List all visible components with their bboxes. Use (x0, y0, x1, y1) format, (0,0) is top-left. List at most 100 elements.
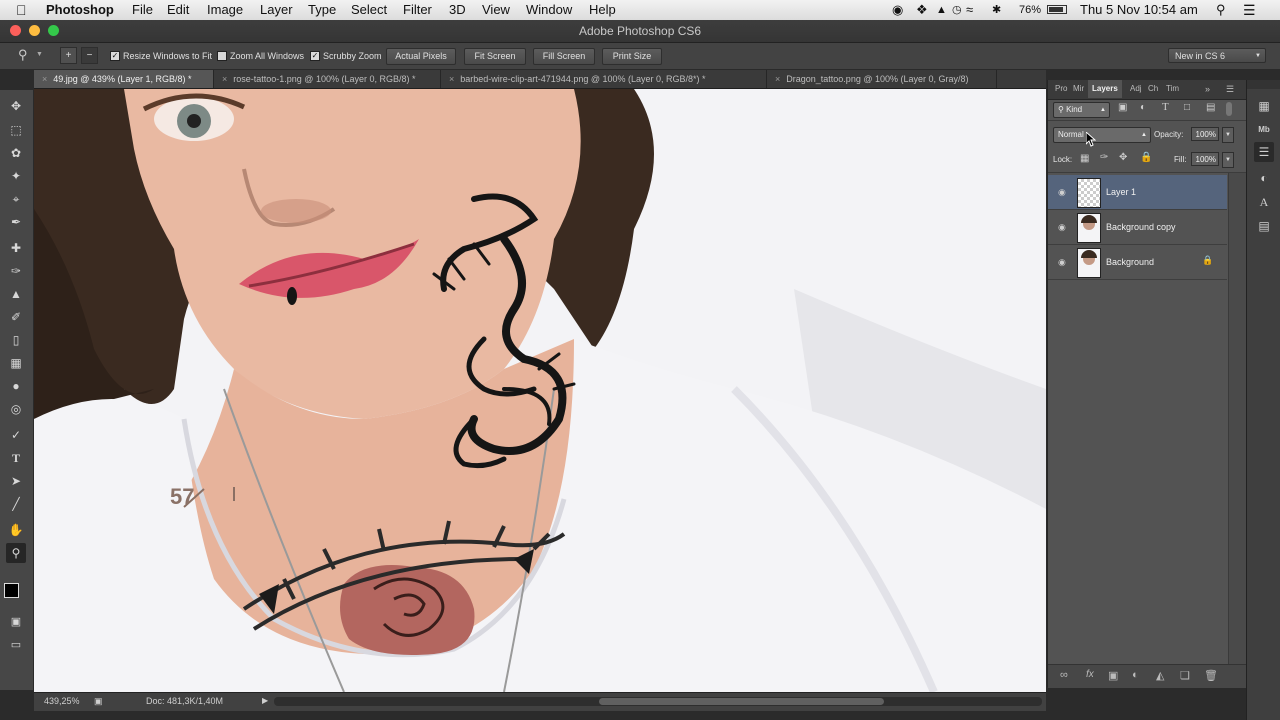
horizontal-scroll-thumb[interactable] (599, 698, 884, 705)
pen-tool-icon[interactable]: ✓ (6, 425, 26, 445)
move-tool-icon[interactable]: ✥ (6, 96, 26, 116)
scrubby-zoom-checkbox[interactable]: ✓ (310, 51, 320, 61)
record-status-icon[interactable]: ◉ (892, 0, 903, 20)
layer-name[interactable]: Background copy (1106, 222, 1176, 232)
opacity-input[interactable]: 100% (1191, 127, 1219, 141)
crop-tool-icon[interactable]: ⌖ (6, 189, 26, 209)
layers-scrollbar[interactable] (1228, 173, 1247, 664)
adjustments-panel-icon[interactable]: ◐ (1254, 168, 1274, 188)
horizontal-scrollbar[interactable] (274, 697, 1042, 706)
filter-smart-object-icon[interactable]: ▤ (1206, 102, 1215, 113)
opacity-slider-toggle[interactable]: ▼ (1222, 127, 1234, 143)
fill-slider-toggle[interactable]: ▼ (1222, 152, 1234, 168)
dodge-tool-icon[interactable]: ◎ (6, 399, 26, 419)
tab-channels[interactable]: Ch (1148, 80, 1158, 98)
zoom-all-windows-checkbox[interactable] (217, 51, 227, 61)
lock-position-icon[interactable]: ✥ (1119, 152, 1127, 163)
datetime[interactable]: Thu 5 Nov 10:54 am (1080, 0, 1198, 20)
layer-row-layer-1[interactable]: ◉ Layer 1 (1048, 175, 1227, 210)
document-canvas[interactable]: 57 (34, 89, 1046, 692)
clone-stamp-tool-icon[interactable]: ▲ (6, 284, 26, 304)
dropbox-icon[interactable]: ❖ (916, 0, 928, 20)
menu-filter[interactable]: Filter (403, 0, 432, 20)
apple-menu-icon[interactable]:  (16, 0, 27, 20)
tab-49-jpg[interactable]: × 49.jpg @ 439% (Layer 1, RGB/8) * (34, 70, 214, 88)
zoom-tool-preset-icon[interactable]: ⚲ (18, 47, 28, 63)
filter-toggle[interactable] (1226, 102, 1232, 116)
adjustment-layer-icon[interactable]: ◐ (1132, 669, 1139, 681)
status-menu-arrow-icon[interactable]: ▶ (262, 696, 268, 705)
lasso-tool-icon[interactable]: ✿ (6, 143, 26, 163)
character-panel-icon[interactable]: A (1254, 192, 1274, 212)
lock-image-icon[interactable]: ✑ (1100, 152, 1108, 163)
history-brush-tool-icon[interactable]: ✐ (6, 307, 26, 327)
workspace-dropdown[interactable]: New in CS 6 ▼ (1168, 48, 1266, 63)
actual-pixels-button[interactable]: Actual Pixels (386, 48, 456, 65)
new-layer-icon[interactable]: ❏ (1180, 669, 1190, 682)
adobe-icon[interactable]: ▲ (936, 0, 947, 20)
spotlight-icon[interactable]: ⚲ (1216, 0, 1226, 20)
close-tab-icon[interactable]: × (775, 74, 780, 84)
visibility-eye-icon[interactable]: ◉ (1058, 222, 1066, 233)
tab-timeline[interactable]: Tim (1166, 80, 1179, 98)
blur-tool-icon[interactable]: ● (6, 376, 26, 396)
menu-edit[interactable]: Edit (167, 0, 189, 20)
visibility-eye-icon[interactable]: ◉ (1058, 257, 1066, 268)
path-selection-tool-icon[interactable]: ➤ (6, 471, 26, 491)
tab-adjustments[interactable]: Adj (1130, 80, 1142, 98)
eyedropper-tool-icon[interactable]: ✒ (6, 212, 26, 232)
tab-dragon-tattoo[interactable]: × Dragon_tattoo.png @ 100% (Layer 0, Gray… (767, 70, 997, 88)
close-tab-icon[interactable]: × (449, 74, 454, 84)
resize-windows-checkbox[interactable]: ✓ (110, 51, 120, 61)
filter-type-icon[interactable]: T (1162, 101, 1169, 113)
tab-rose-tattoo[interactable]: × rose-tattoo-1.png @ 100% (Layer 0, RGB/… (214, 70, 441, 88)
menu-image[interactable]: Image (207, 0, 243, 20)
zoom-tool-icon[interactable]: ⚲ (6, 543, 26, 563)
zoom-out-icon[interactable]: − (81, 47, 98, 64)
filter-adjustment-icon[interactable]: ◐ (1140, 102, 1146, 113)
paragraph-panel-icon[interactable]: ▤ (1254, 216, 1274, 236)
tab-properties[interactable]: Pro (1055, 80, 1067, 98)
layers-panel-icon[interactable]: ☰ (1254, 142, 1274, 162)
menu-help[interactable]: Help (589, 0, 616, 20)
healing-brush-tool-icon[interactable]: ✚ (6, 238, 26, 258)
close-tab-icon[interactable]: × (222, 74, 227, 84)
notification-center-icon[interactable]: ☰ (1243, 0, 1256, 20)
history-panel-icon[interactable]: ▦ (1254, 96, 1274, 116)
screen-mode-icon[interactable]: ▭ (6, 635, 26, 655)
zoom-level[interactable]: 439,25% (44, 696, 80, 706)
type-tool-icon[interactable]: T (6, 448, 26, 468)
wifi-icon[interactable]: ≈ (966, 0, 973, 20)
line-tool-icon[interactable]: ╱ (6, 494, 26, 514)
hand-tool-icon[interactable]: ✋ (6, 520, 26, 540)
layer-style-icon[interactable]: fx (1086, 669, 1094, 680)
filter-pixel-icon[interactable]: ▣ (1118, 102, 1127, 113)
new-group-icon[interactable]: ◭ (1156, 669, 1164, 682)
menu-layer[interactable]: Layer (260, 0, 293, 20)
bluetooth-icon[interactable]: ✱ (992, 0, 1001, 20)
menu-type[interactable]: Type (308, 0, 336, 20)
link-layers-icon[interactable]: ∞ (1060, 669, 1068, 681)
quick-select-tool-icon[interactable]: ✦ (6, 166, 26, 186)
lock-all-icon[interactable]: 🔒 (1140, 152, 1152, 163)
blend-mode-dropdown[interactable]: Normal ▲ (1053, 127, 1151, 143)
layer-name[interactable]: Layer 1 (1106, 187, 1136, 197)
close-tab-icon[interactable]: × (42, 74, 47, 84)
dock-collapse-bar[interactable] (1247, 80, 1280, 89)
print-size-button[interactable]: Print Size (602, 48, 662, 65)
foreground-color-swatch[interactable] (4, 583, 19, 598)
filter-shape-icon[interactable]: □ (1184, 102, 1190, 113)
layer-name[interactable]: Background (1106, 257, 1154, 267)
menu-3d[interactable]: 3D (449, 0, 466, 20)
fill-input[interactable]: 100% (1191, 152, 1219, 166)
app-menu[interactable]: Photoshop (46, 0, 114, 20)
menu-view[interactable]: View (482, 0, 510, 20)
gradient-tool-icon[interactable]: ▦ (6, 353, 26, 373)
brush-tool-icon[interactable]: ✑ (6, 261, 26, 281)
fit-screen-button[interactable]: Fit Screen (464, 48, 526, 65)
menu-window[interactable]: Window (526, 0, 572, 20)
filter-kind-dropdown[interactable]: ⚲ Kind ▲ (1053, 102, 1110, 118)
tab-mini-bridge[interactable]: Mir (1073, 80, 1084, 98)
time-machine-icon[interactable]: ◷ (952, 0, 962, 20)
chevron-down-icon[interactable]: ▼ (36, 51, 43, 58)
